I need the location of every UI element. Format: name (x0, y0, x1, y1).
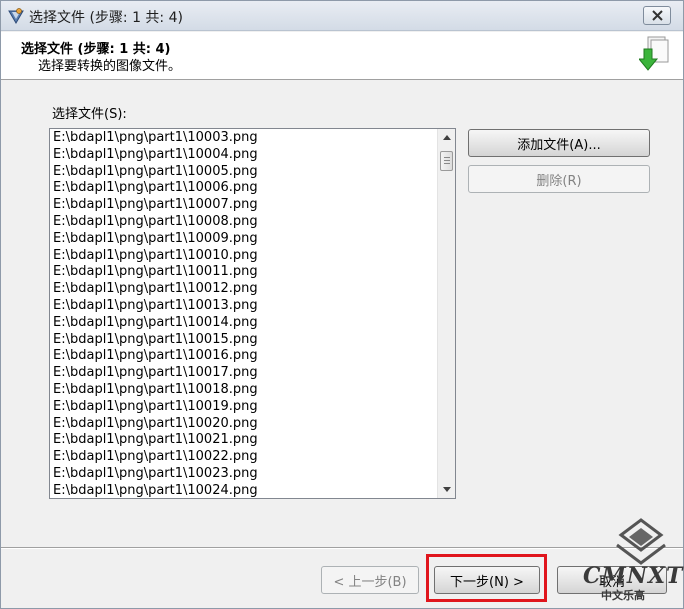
list-item[interactable]: E:\bdapl1\png\part1\10003.png (50, 130, 437, 147)
list-item[interactable]: E:\bdapl1\png\part1\10021.png (50, 432, 437, 449)
watermark: CMNXT 中文乐高 (573, 515, 684, 607)
list-item[interactable]: E:\bdapl1\png\part1\10022.png (50, 449, 437, 466)
grip-line (444, 163, 450, 164)
watermark-text: CMNXT (583, 563, 684, 589)
scroll-up-arrow-icon (442, 135, 451, 140)
header-subtitle: 选择要转换的图像文件。 (38, 59, 182, 74)
list-item[interactable]: E:\bdapl1\png\part1\10008.png (50, 214, 437, 231)
watermark-subtext: 中文乐高 (601, 589, 645, 602)
title-bar[interactable]: 选择文件 (步骤: 1 共: 4) (1, 1, 683, 31)
scroll-down-button[interactable] (438, 481, 455, 498)
list-item[interactable]: E:\bdapl1\png\part1\10016.png (50, 348, 437, 365)
file-listbox[interactable]: E:\bdapl1\png\part1\10003.png E:\bdapl1\… (49, 128, 456, 499)
list-item[interactable]: E:\bdapl1\png\part1\10018.png (50, 382, 437, 399)
watermark-logo-icon (616, 518, 666, 565)
list-item[interactable]: E:\bdapl1\png\part1\10012.png (50, 281, 437, 298)
app-logo-icon (7, 7, 25, 25)
close-button[interactable] (643, 6, 671, 25)
next-button-highlight (426, 554, 547, 602)
file-list-label: 选择文件(S): (52, 107, 127, 122)
back-button[interactable]: < 上一步(B) (321, 566, 419, 594)
list-item[interactable]: E:\bdapl1\png\part1\10023.png (50, 466, 437, 483)
list-item[interactable]: E:\bdapl1\png\part1\10017.png (50, 365, 437, 382)
window-title: 选择文件 (步骤: 1 共: 4) (29, 10, 183, 26)
list-item[interactable]: E:\bdapl1\png\part1\10009.png (50, 231, 437, 248)
list-item[interactable]: E:\bdapl1\png\part1\10015.png (50, 332, 437, 349)
list-item[interactable]: E:\bdapl1\png\part1\10006.png (50, 180, 437, 197)
delete-button[interactable]: 删除(R) (468, 165, 650, 193)
list-item[interactable]: E:\bdapl1\png\part1\10007.png (50, 197, 437, 214)
list-item[interactable]: E:\bdapl1\png\part1\10019.png (50, 399, 437, 416)
list-item[interactable]: E:\bdapl1\png\part1\10010.png (50, 248, 437, 265)
grip-line (444, 157, 450, 158)
file-list-items: E:\bdapl1\png\part1\10003.png E:\bdapl1\… (50, 129, 437, 498)
wizard-header: 选择文件 (步骤: 1 共: 4) 选择要转换的图像文件。 (1, 32, 683, 80)
add-files-button[interactable]: 添加文件(A)... (468, 129, 650, 157)
wizard-window: 选择文件 (步骤: 1 共: 4) 选择文件 (步骤: 1 共: 4) 选择要转… (0, 0, 684, 609)
list-item[interactable]: E:\bdapl1\png\part1\10024.png (50, 483, 437, 498)
list-item[interactable]: E:\bdapl1\png\part1\10004.png (50, 147, 437, 164)
scroll-down-arrow-icon (442, 487, 451, 492)
grip-line (444, 160, 450, 161)
list-item[interactable]: E:\bdapl1\png\part1\10005.png (50, 164, 437, 181)
document-download-icon (637, 35, 669, 75)
list-item[interactable]: E:\bdapl1\png\part1\10011.png (50, 264, 437, 281)
vertical-scrollbar[interactable] (437, 129, 455, 498)
scroll-up-button[interactable] (438, 129, 455, 146)
scroll-thumb[interactable] (440, 151, 453, 171)
list-item[interactable]: E:\bdapl1\png\part1\10013.png (50, 298, 437, 315)
list-item[interactable]: E:\bdapl1\png\part1\10014.png (50, 315, 437, 332)
close-icon (652, 10, 663, 21)
list-item[interactable]: E:\bdapl1\png\part1\10020.png (50, 416, 437, 433)
